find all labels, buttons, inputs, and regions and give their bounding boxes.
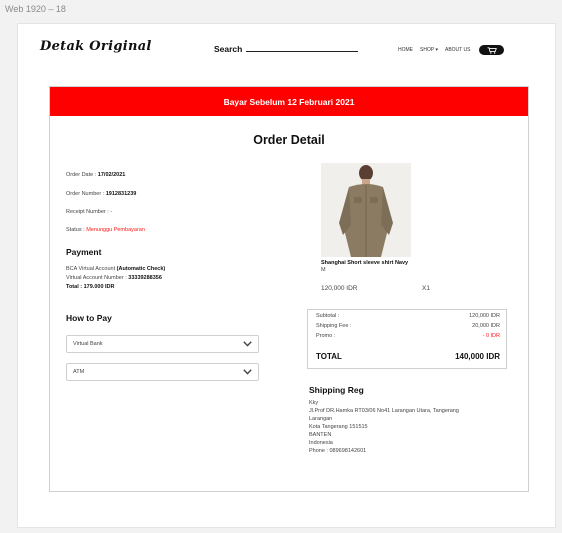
payment-deadline-banner: Bayar Sebelum 12 Februari 2021: [50, 87, 528, 116]
order-number-value: 1912831239: [105, 191, 137, 197]
receipt-number: Receipt Number : -: [66, 209, 113, 215]
shipping-fee-value: 20,000 IDR: [472, 323, 500, 329]
shipping-phone: Phone : 089698142601: [309, 448, 367, 454]
search-bar[interactable]: Search: [214, 44, 359, 54]
payment-total: Total : 179.000 IDR: [66, 284, 115, 290]
payment-method-note: (Automatic Check): [116, 266, 166, 272]
shirt-model-illustration: [321, 163, 411, 257]
top-nav: HOME SHOP ▾ ABOUT US: [398, 45, 505, 55]
product-name[interactable]: Shanghai Short sleeve shirt Navy: [321, 260, 408, 266]
subtotal-value: 120,000 IDR: [469, 313, 500, 319]
order-status: Status : Menunggu Pembayaran: [66, 227, 145, 233]
order-summary: Subtotal :120,000 IDR Shipping Fee :20,0…: [307, 309, 507, 369]
order-date: Order Date : 17/02/2021: [66, 172, 126, 178]
virtual-bank-label: Virtual Bank: [73, 341, 103, 347]
how-to-pay-heading: How to Pay: [66, 313, 112, 323]
shipping-heading: Shipping Reg: [309, 385, 364, 395]
shipping-fee-row: Shipping Fee :20,000 IDR: [316, 323, 500, 329]
payment-total-value: 179.000 IDR: [83, 284, 115, 290]
search-input[interactable]: [246, 51, 359, 52]
nav-about-us[interactable]: ABOUT US: [445, 47, 470, 53]
artboard: Detak Original Search HOME SHOP ▾ ABOUT …: [17, 23, 556, 528]
product-size: M: [321, 267, 326, 273]
total-row: TOTAL 140,000 IDR: [316, 352, 500, 361]
search-label: Search: [214, 44, 243, 54]
nav-home[interactable]: HOME: [398, 47, 413, 53]
how-to-pay-atm[interactable]: ATM: [66, 363, 259, 381]
subtotal-row: Subtotal :120,000 IDR: [316, 313, 500, 319]
order-number: Order Number : 1912831239: [66, 191, 137, 197]
virtual-account-number: Virtual Account Number : 33339288356: [66, 275, 162, 281]
chevron-down-icon: [243, 369, 252, 375]
nav-shop[interactable]: SHOP ▾: [420, 47, 438, 53]
frame-label: Web 1920 – 18: [5, 4, 66, 14]
promo-row: Promo :- 0 IDR: [316, 333, 500, 339]
receipt-number-value: -: [110, 209, 113, 215]
shipping-name: Kky: [309, 400, 319, 406]
brand-logo[interactable]: Detak Original: [40, 39, 152, 54]
status-badge: Menunggu Pembayaran: [86, 227, 145, 233]
virtual-account-value: 33339288356: [128, 275, 162, 281]
payment-heading: Payment: [66, 247, 102, 257]
order-card: Bayar Sebelum 12 Februari 2021 Order Det…: [49, 86, 529, 492]
total-value: 140,000 IDR: [455, 352, 500, 361]
shipping-address: Jl.Prof DR.Hamka RT03/06 No41 Larangan U…: [309, 408, 459, 414]
cart-icon: [487, 46, 497, 54]
cart-button[interactable]: [479, 45, 505, 55]
order-date-value: 17/02/2021: [97, 172, 126, 178]
page-title: Order Detail: [253, 133, 325, 147]
product-quantity: X1: [422, 285, 430, 292]
promo-value: - 0 IDR: [482, 333, 500, 339]
shipping-city: Kota Tangerang 151515: [309, 424, 368, 430]
payment-method: BCA Virtual Account (Automatic Check): [66, 266, 166, 272]
product-image[interactable]: [321, 163, 411, 257]
chevron-down-icon: [243, 341, 252, 347]
shipping-country: Indonesia: [309, 440, 333, 446]
shipping-district: Larangan: [309, 416, 333, 422]
how-to-pay-virtual-bank[interactable]: Virtual Bank: [66, 335, 259, 353]
shipping-province: BANTEN: [309, 432, 332, 438]
design-canvas: Web 1920 – 18 Detak Original Search HOME…: [0, 0, 562, 533]
product-price: 120,000 IDR: [321, 285, 358, 292]
atm-label: ATM: [73, 369, 85, 375]
